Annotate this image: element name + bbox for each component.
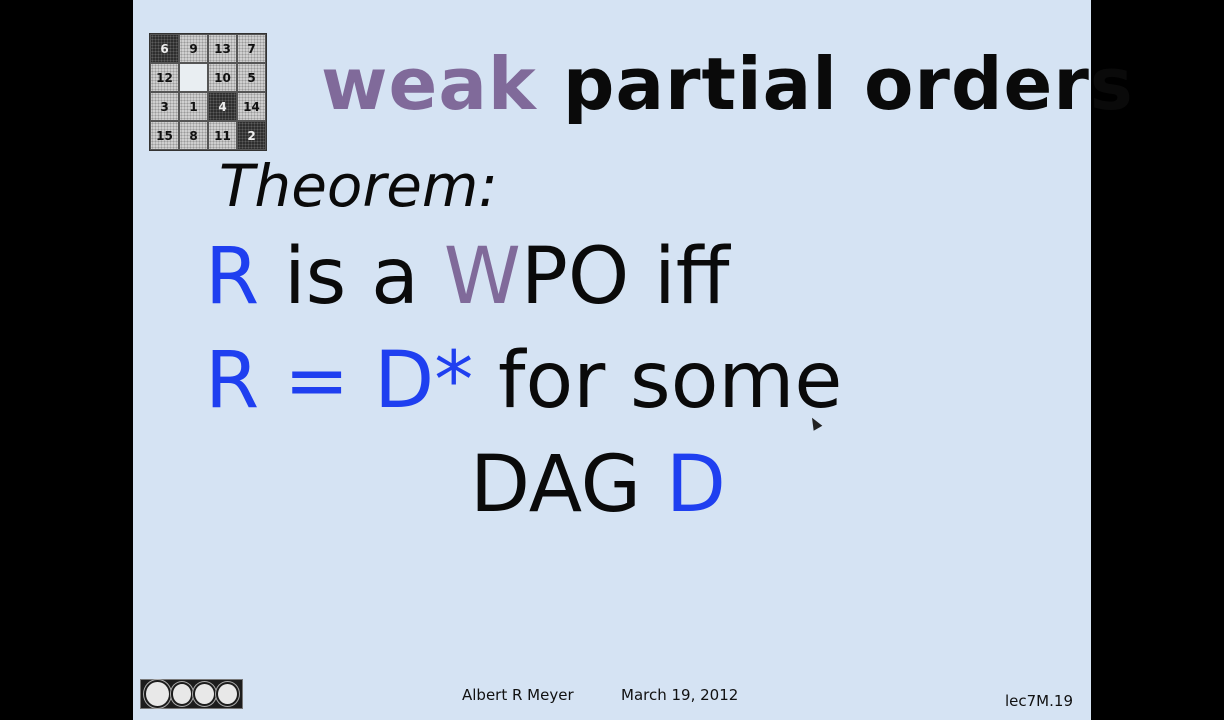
dag-text: DAG: [470, 440, 642, 530]
puzzle-tile: 4: [208, 92, 237, 121]
by-icon: [170, 682, 194, 706]
slide: 6 9 13 7 12 10 5 3 1 4 14 15 8 11 2 weak…: [133, 0, 1133, 720]
statement-line-1: R is a WPO iff: [205, 238, 729, 316]
footer-author: Albert R Meyer: [462, 686, 574, 704]
sa-icon: [216, 682, 240, 706]
puzzle-tile: 3: [150, 92, 179, 121]
puzzle-tile: 10: [208, 63, 237, 92]
po-iff-text: PO iff: [520, 232, 730, 322]
puzzle-tile: 12: [150, 63, 179, 92]
statement-line-2: R = D* for some: [205, 342, 842, 420]
slide-title: weak partial orders: [321, 48, 1134, 120]
puzzle-tile: 8: [179, 121, 208, 150]
footer-slide-id: lec7M.19: [1005, 692, 1073, 710]
equals-sign: =: [284, 336, 350, 426]
graph-d: D: [665, 440, 726, 530]
puzzle-tile: 6: [150, 34, 179, 63]
cc-icon: [144, 680, 171, 708]
puzzle-tile: 2: [237, 121, 266, 150]
creative-commons-license-icon[interactable]: [140, 679, 243, 709]
theorem-label: Theorem:: [219, 152, 498, 220]
puzzle-tile: 7: [237, 34, 266, 63]
relation-r: R: [205, 232, 260, 322]
puzzle-tile: 13: [208, 34, 237, 63]
title-rest: partial orders: [562, 42, 1134, 126]
puzzle-tile-blank: [179, 63, 208, 92]
puzzle-tile: 15: [150, 121, 179, 150]
title-weak: weak: [321, 42, 537, 126]
puzzle-tile: 11: [208, 121, 237, 150]
w-letter: W: [443, 232, 521, 322]
nc-icon: [193, 682, 217, 706]
puzzle-tile: 9: [179, 34, 208, 63]
fifteen-puzzle-logo: 6 9 13 7 12 10 5 3 1 4 14 15 8 11 2: [149, 33, 267, 151]
is-a-text: is a: [284, 232, 419, 322]
puzzle-tile: 1: [179, 92, 208, 121]
statement-line-3: DAG D: [470, 446, 726, 524]
relation-r: R: [205, 336, 260, 426]
footer-date: March 19, 2012: [621, 686, 739, 704]
puzzle-tile: 14: [237, 92, 266, 121]
for-some-text: for some: [498, 336, 843, 426]
d-star: D*: [374, 336, 474, 426]
puzzle-tile: 5: [237, 63, 266, 92]
